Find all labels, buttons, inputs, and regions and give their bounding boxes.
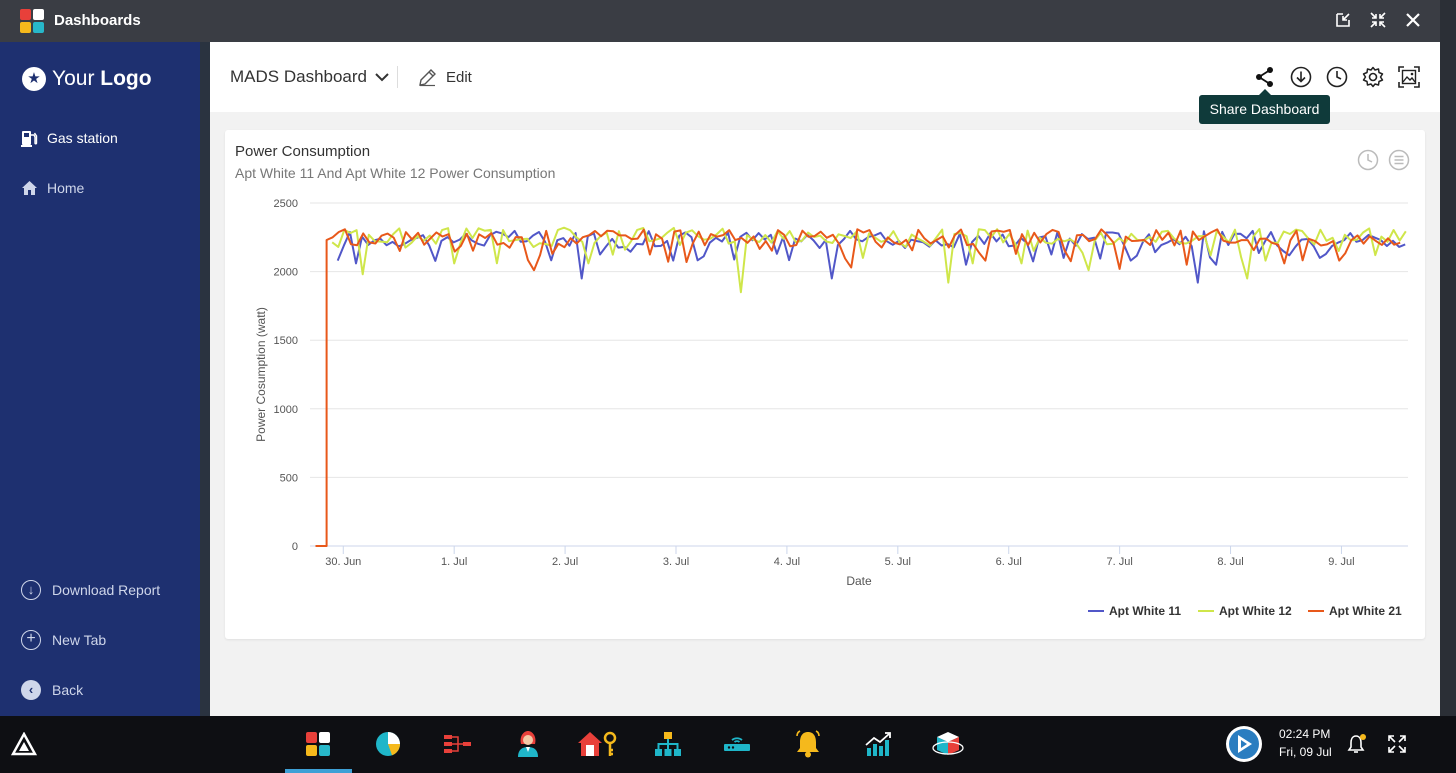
- close-icon[interactable]: [1403, 11, 1423, 31]
- sidebar-divider: [200, 42, 210, 716]
- x-tick-label: 8. Jul: [1217, 556, 1243, 568]
- sidebar-item-label: Home: [47, 180, 85, 196]
- edit-label: Edit: [446, 69, 472, 86]
- settings-icon[interactable]: [1362, 66, 1384, 88]
- dashboard-selector[interactable]: MADS Dashboard: [230, 67, 389, 87]
- logo-text-plain: Your: [52, 67, 95, 90]
- x-tick-label: 1. Jul: [441, 556, 467, 568]
- x-tick-label: 6. Jul: [996, 556, 1022, 568]
- x-tick-label: 30. Jun: [325, 556, 361, 568]
- gas-pump-icon: [20, 129, 38, 147]
- sidebar-item-back[interactable]: ‹ Back: [20, 680, 84, 700]
- x-tick-label: 3. Jul: [663, 556, 689, 568]
- dashboard-name: MADS Dashboard: [230, 67, 368, 86]
- window-title: Dashboards: [54, 12, 141, 29]
- x-tick-label: 4. Jul: [774, 556, 800, 568]
- edit-button[interactable]: Edit: [418, 68, 472, 87]
- collapse-icon[interactable]: [1368, 11, 1388, 31]
- notification-bell-icon[interactable]: [1335, 724, 1379, 764]
- window-edge: [1440, 0, 1456, 716]
- download-icon[interactable]: [1290, 66, 1312, 88]
- flow-icon[interactable]: [436, 724, 480, 764]
- x-tick-label: 2. Jul: [552, 556, 578, 568]
- trend-chart-icon[interactable]: [856, 724, 900, 764]
- y-axis-title: Power Cosumption (watt): [254, 307, 268, 442]
- y-tick-label: 2500: [274, 198, 298, 210]
- fullscreen-icon[interactable]: [1375, 724, 1419, 764]
- sidebar-item-label: Gas station: [47, 130, 118, 146]
- share-tooltip: Share Dashboard: [1199, 89, 1330, 124]
- user-icon[interactable]: [506, 724, 550, 764]
- toolbar-divider: [397, 66, 398, 88]
- chevron-down-icon: [375, 67, 389, 87]
- legend-label: Apt White 12: [1219, 604, 1292, 618]
- hierarchy-icon[interactable]: [646, 724, 690, 764]
- share-icon[interactable]: [1254, 66, 1276, 88]
- launcher-icon[interactable]: [2, 724, 46, 764]
- star-icon: ★: [22, 67, 46, 91]
- back-icon: ‹: [20, 680, 42, 700]
- clock: 02:24 PM Fri, 09 Jul: [1279, 725, 1332, 761]
- sidebar: ★ Your Logo Gas station Home ↓ Download …: [0, 42, 200, 716]
- download-icon: ↓: [20, 580, 42, 600]
- clock-time: 02:24 PM: [1279, 727, 1331, 741]
- y-tick-label: 1500: [274, 335, 298, 347]
- home-icon: [20, 179, 38, 197]
- y-tick-label: 500: [280, 472, 298, 484]
- sidebar-item-download-report[interactable]: ↓ Download Report: [20, 580, 161, 600]
- legend-label: Apt White 21: [1329, 604, 1402, 618]
- restore-icon[interactable]: [1333, 11, 1353, 31]
- sidebar-item-home[interactable]: Home: [20, 179, 84, 197]
- clock-date: Fri, 09 Jul: [1279, 745, 1332, 759]
- main-content: MADS Dashboard Edit Share Dashboard Powe…: [210, 42, 1440, 716]
- x-tick-label: 7. Jul: [1106, 556, 1132, 568]
- pie-chart-icon[interactable]: [366, 724, 410, 764]
- active-app-indicator: [285, 769, 352, 773]
- sidebar-item-label: New Tab: [52, 632, 107, 648]
- home-key-icon[interactable]: [575, 724, 619, 764]
- history-icon[interactable]: [1326, 66, 1348, 88]
- x-axis-title: Date: [846, 574, 872, 588]
- series-line-3: [315, 228, 1401, 547]
- pencil-icon: [419, 69, 436, 87]
- sidebar-item-new-tab[interactable]: + New Tab: [20, 630, 107, 650]
- x-tick-label: 9. Jul: [1328, 556, 1354, 568]
- router-icon[interactable]: [715, 724, 759, 764]
- bell-icon[interactable]: [786, 724, 830, 764]
- sidebar-item-label: Download Report: [52, 582, 161, 598]
- profile-avatar[interactable]: [1221, 721, 1267, 767]
- title-bar: Dashboards: [0, 0, 1440, 42]
- y-tick-label: 1000: [274, 404, 298, 416]
- logo-text-bold: Logo: [100, 67, 152, 90]
- y-tick-label: 2000: [274, 267, 298, 279]
- cube-icon[interactable]: [926, 724, 970, 764]
- plus-circle-icon: +: [20, 630, 42, 650]
- dashboards-app-icon: [20, 9, 44, 33]
- y-tick-label: 0: [292, 541, 298, 553]
- legend-label: Apt White 11: [1109, 604, 1181, 618]
- dashboards-icon[interactable]: [296, 724, 340, 764]
- power-consumption-chart: 0 500 1000 1500 2000 2500 30. Jun 1. Jul 2. Jul 3…: [254, 198, 1408, 618]
- logo: ★ Your Logo: [22, 67, 152, 91]
- dashboard-toolbar: MADS Dashboard Edit Share Dashboard: [210, 42, 1440, 124]
- screenshot-icon[interactable]: [1398, 66, 1420, 88]
- sidebar-item-label: Back: [52, 682, 84, 698]
- sidebar-item-gas-station[interactable]: Gas station: [20, 129, 118, 147]
- taskbar: 02:24 PM Fri, 09 Jul: [0, 716, 1456, 773]
- power-consumption-card: Power Consumption Apt White 11 And Apt W…: [225, 130, 1425, 639]
- x-tick-label: 5. Jul: [885, 556, 911, 568]
